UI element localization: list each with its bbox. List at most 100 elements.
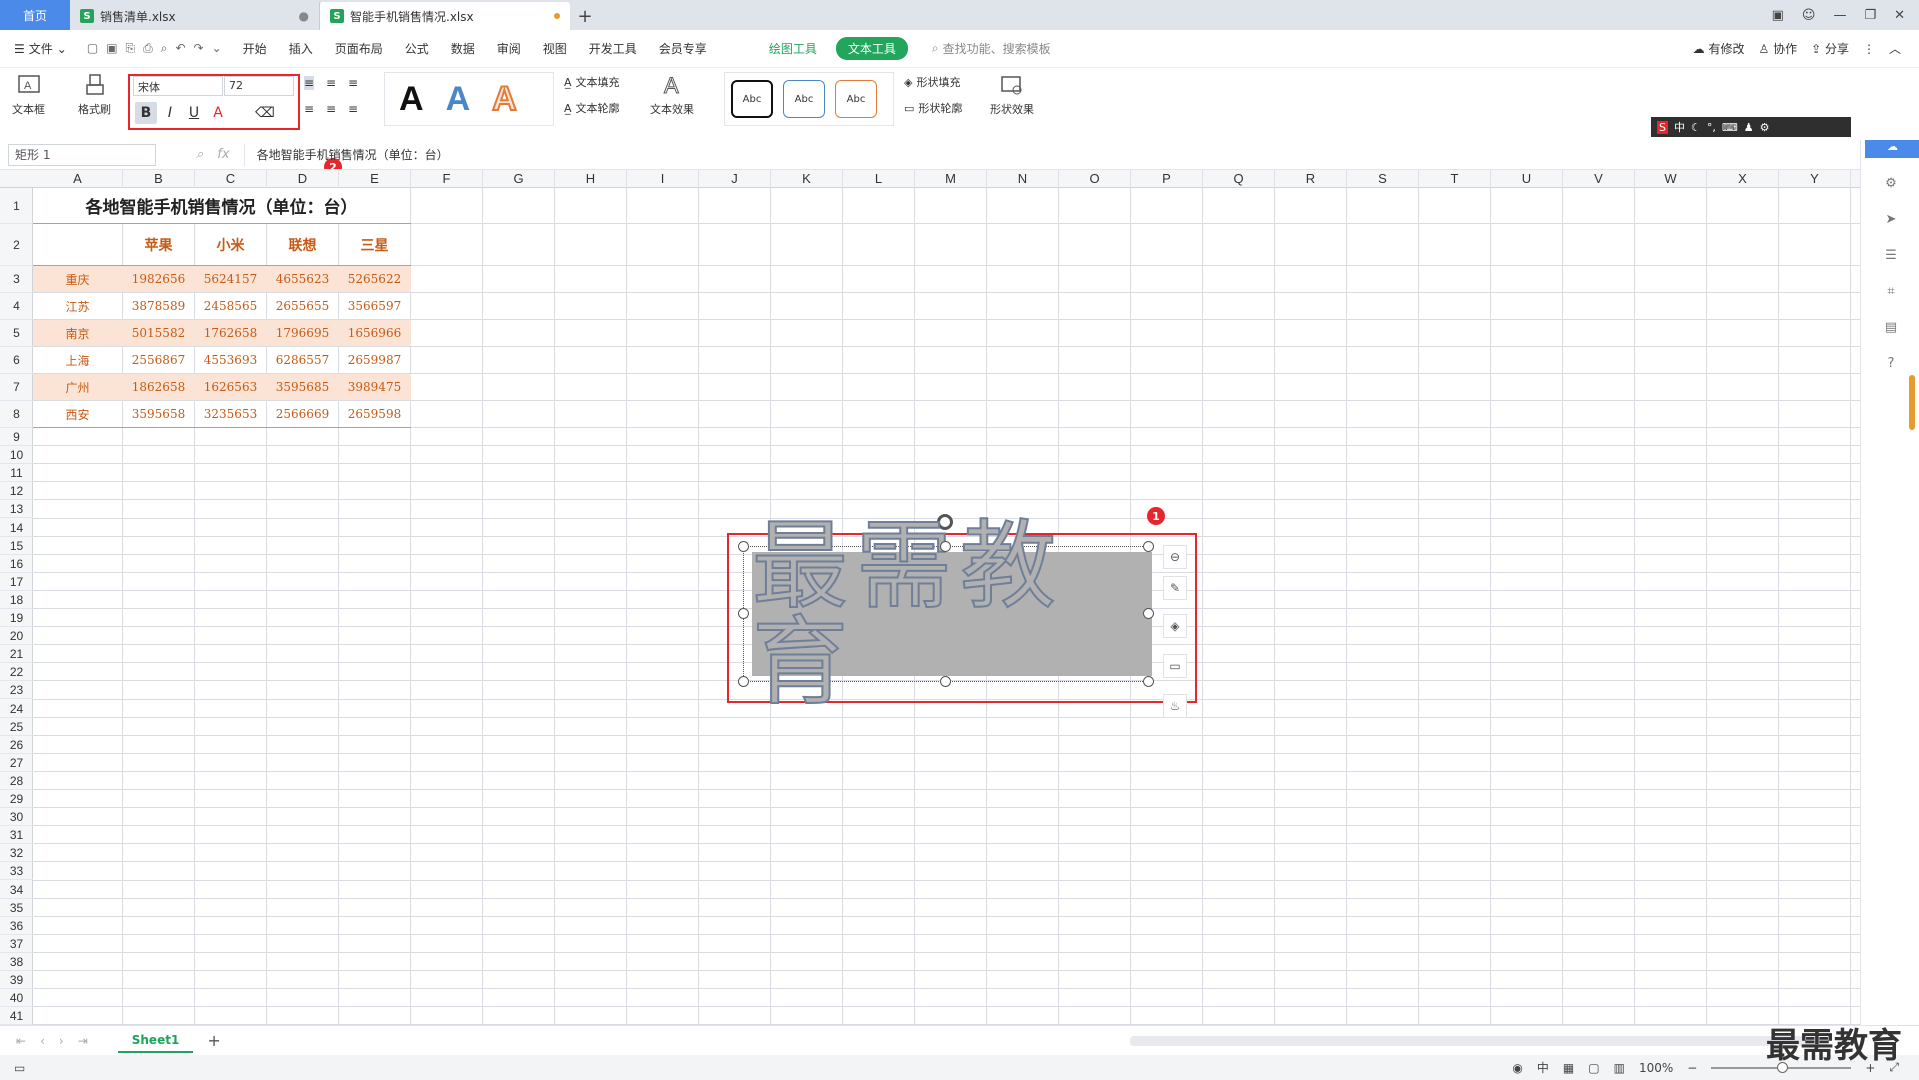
- underline-button[interactable]: U: [183, 102, 205, 124]
- help-icon[interactable]: ?: [1883, 356, 1899, 372]
- column-header[interactable]: T: [1419, 170, 1491, 188]
- row-header[interactable]: 27: [0, 754, 33, 772]
- align-center-icon[interactable]: ≡: [326, 102, 336, 116]
- sales-value-cell[interactable]: 4553693: [195, 347, 266, 373]
- crop-icon[interactable]: ⌗: [1883, 284, 1899, 300]
- column-header[interactable]: M: [915, 170, 987, 188]
- row-header[interactable]: 12: [0, 482, 33, 501]
- text-effect-button[interactable]: A 文本效果: [650, 72, 694, 117]
- sliders-icon[interactable]: ☰: [1883, 248, 1899, 264]
- textbox-button[interactable]: A 文本框: [12, 72, 45, 117]
- row-header[interactable]: 20: [0, 627, 33, 646]
- row-header[interactable]: 22: [0, 663, 33, 682]
- column-header[interactable]: Y: [1779, 170, 1851, 188]
- customize-icon[interactable]: ⌄: [212, 41, 222, 56]
- row-header[interactable]: 3: [0, 266, 33, 293]
- column-header[interactable]: H: [555, 170, 627, 188]
- sales-value-cell[interactable]: 2566669: [267, 401, 338, 427]
- row-header[interactable]: 38: [0, 953, 33, 971]
- gear-icon[interactable]: ⚙: [1883, 176, 1899, 192]
- row-header[interactable]: 5: [0, 320, 33, 347]
- row-header[interactable]: 17: [0, 573, 33, 591]
- text-fill-button[interactable]: A̲ 文本填充: [564, 74, 620, 90]
- fx-icon[interactable]: fx: [217, 147, 229, 162]
- table-header-cell[interactable]: 三星: [339, 224, 410, 265]
- row-header[interactable]: 41: [0, 1007, 33, 1025]
- zoom-out-icon[interactable]: −: [1687, 1061, 1697, 1075]
- sales-value-cell[interactable]: 1762658: [195, 320, 266, 346]
- menu-page-layout[interactable]: 页面布局: [324, 40, 394, 57]
- resize-handle-sw[interactable]: [738, 676, 749, 687]
- row-header[interactable]: 39: [0, 971, 33, 990]
- ime-moon-icon[interactable]: ☾: [1691, 121, 1701, 134]
- sales-value-cell[interactable]: 1796695: [267, 320, 338, 346]
- print-preview-icon[interactable]: ⌕: [161, 41, 168, 56]
- pen-tool-icon[interactable]: ✎: [1163, 576, 1187, 600]
- shape-style-blue[interactable]: Abc: [783, 80, 825, 118]
- sales-value-cell[interactable]: 5265622: [339, 266, 410, 292]
- print-icon[interactable]: ⎙: [143, 41, 153, 56]
- clear-format-button[interactable]: ⌫: [254, 102, 276, 124]
- function-search[interactable]: ⌕ 查找功能、搜索模板: [916, 40, 1051, 57]
- row-header[interactable]: 24: [0, 700, 33, 718]
- more-icon[interactable]: ⋮: [1863, 42, 1875, 56]
- row-header[interactable]: 32: [0, 844, 33, 863]
- sales-value-cell[interactable]: 3989475: [339, 374, 410, 400]
- minimize-icon[interactable]: —: [1833, 8, 1846, 23]
- row-header[interactable]: 11: [0, 464, 33, 483]
- row-header[interactable]: 35: [0, 899, 33, 917]
- column-header[interactable]: G: [483, 170, 555, 188]
- menu-text-tools[interactable]: 文本工具: [835, 37, 908, 60]
- file-menu[interactable]: ☰ 文件 ⌄: [0, 40, 77, 57]
- table-header-cell[interactable]: 小米: [195, 224, 266, 265]
- column-header[interactable]: Q: [1203, 170, 1275, 188]
- column-header[interactable]: U: [1491, 170, 1563, 188]
- column-header[interactable]: P: [1131, 170, 1203, 188]
- row-header[interactable]: 26: [0, 736, 33, 754]
- resize-handle-n[interactable]: [940, 541, 951, 552]
- row-header[interactable]: 16: [0, 555, 33, 573]
- last-sheet-icon[interactable]: ⇥: [78, 1034, 88, 1048]
- collapse-ribbon-icon[interactable]: ︿: [1889, 40, 1901, 57]
- column-header[interactable]: F: [411, 170, 483, 188]
- next-sheet-icon[interactable]: ›: [59, 1034, 64, 1048]
- row-header[interactable]: 40: [0, 989, 33, 1008]
- row-header[interactable]: 9: [0, 428, 33, 447]
- row-header[interactable]: 8: [0, 401, 33, 428]
- row-header[interactable]: 33: [0, 862, 33, 881]
- city-cell[interactable]: 江苏: [33, 293, 122, 319]
- collapse-tool-icon[interactable]: ⊖: [1163, 545, 1187, 569]
- column-header[interactable]: W: [1635, 170, 1707, 188]
- table-header-cell[interactable]: 苹果: [123, 224, 194, 265]
- menu-insert[interactable]: 插入: [278, 40, 324, 57]
- shape-outline-button[interactable]: ▭ 形状轮廓: [904, 100, 962, 116]
- wordart-textbox[interactable]: 最需教育: [751, 517, 1152, 711]
- sales-value-cell[interactable]: 2458565: [195, 293, 266, 319]
- macro-icon[interactable]: ▭: [0, 1061, 25, 1075]
- new-file-icon[interactable]: ▢: [87, 41, 98, 56]
- font-color-button[interactable]: A: [207, 102, 229, 124]
- resize-handle-s[interactable]: [940, 676, 951, 687]
- collaborate-button[interactable]: ♙ 协作: [1758, 40, 1797, 57]
- column-header[interactable]: J: [699, 170, 771, 188]
- sales-value-cell[interactable]: 3878589: [123, 293, 194, 319]
- ime-keyboard-icon[interactable]: ⌨: [1722, 121, 1738, 134]
- row-header[interactable]: 1: [0, 188, 33, 224]
- sales-value-cell[interactable]: 2556867: [123, 347, 194, 373]
- city-cell[interactable]: 西安: [33, 401, 122, 427]
- ime-user-icon[interactable]: ♟: [1744, 121, 1754, 134]
- row-header[interactable]: 36: [0, 917, 33, 935]
- align-top-icon[interactable]: ≡: [304, 76, 315, 90]
- column-header[interactable]: C: [195, 170, 267, 188]
- close-window-icon[interactable]: ✕: [1894, 8, 1905, 23]
- city-cell[interactable]: 上海: [33, 347, 122, 373]
- italic-button[interactable]: I: [159, 102, 181, 124]
- cloud-sync-icon[interactable]: ☁: [1865, 140, 1919, 158]
- menu-data[interactable]: 数据: [440, 40, 486, 57]
- normal-view-icon[interactable]: ▦: [1563, 1061, 1574, 1075]
- city-cell[interactable]: 南京: [33, 320, 122, 346]
- resize-handle-e[interactable]: [1143, 608, 1154, 619]
- ime-language[interactable]: 中: [1674, 119, 1685, 135]
- sales-value-cell[interactable]: 3235653: [195, 401, 266, 427]
- city-cell[interactable]: 广州: [33, 374, 122, 400]
